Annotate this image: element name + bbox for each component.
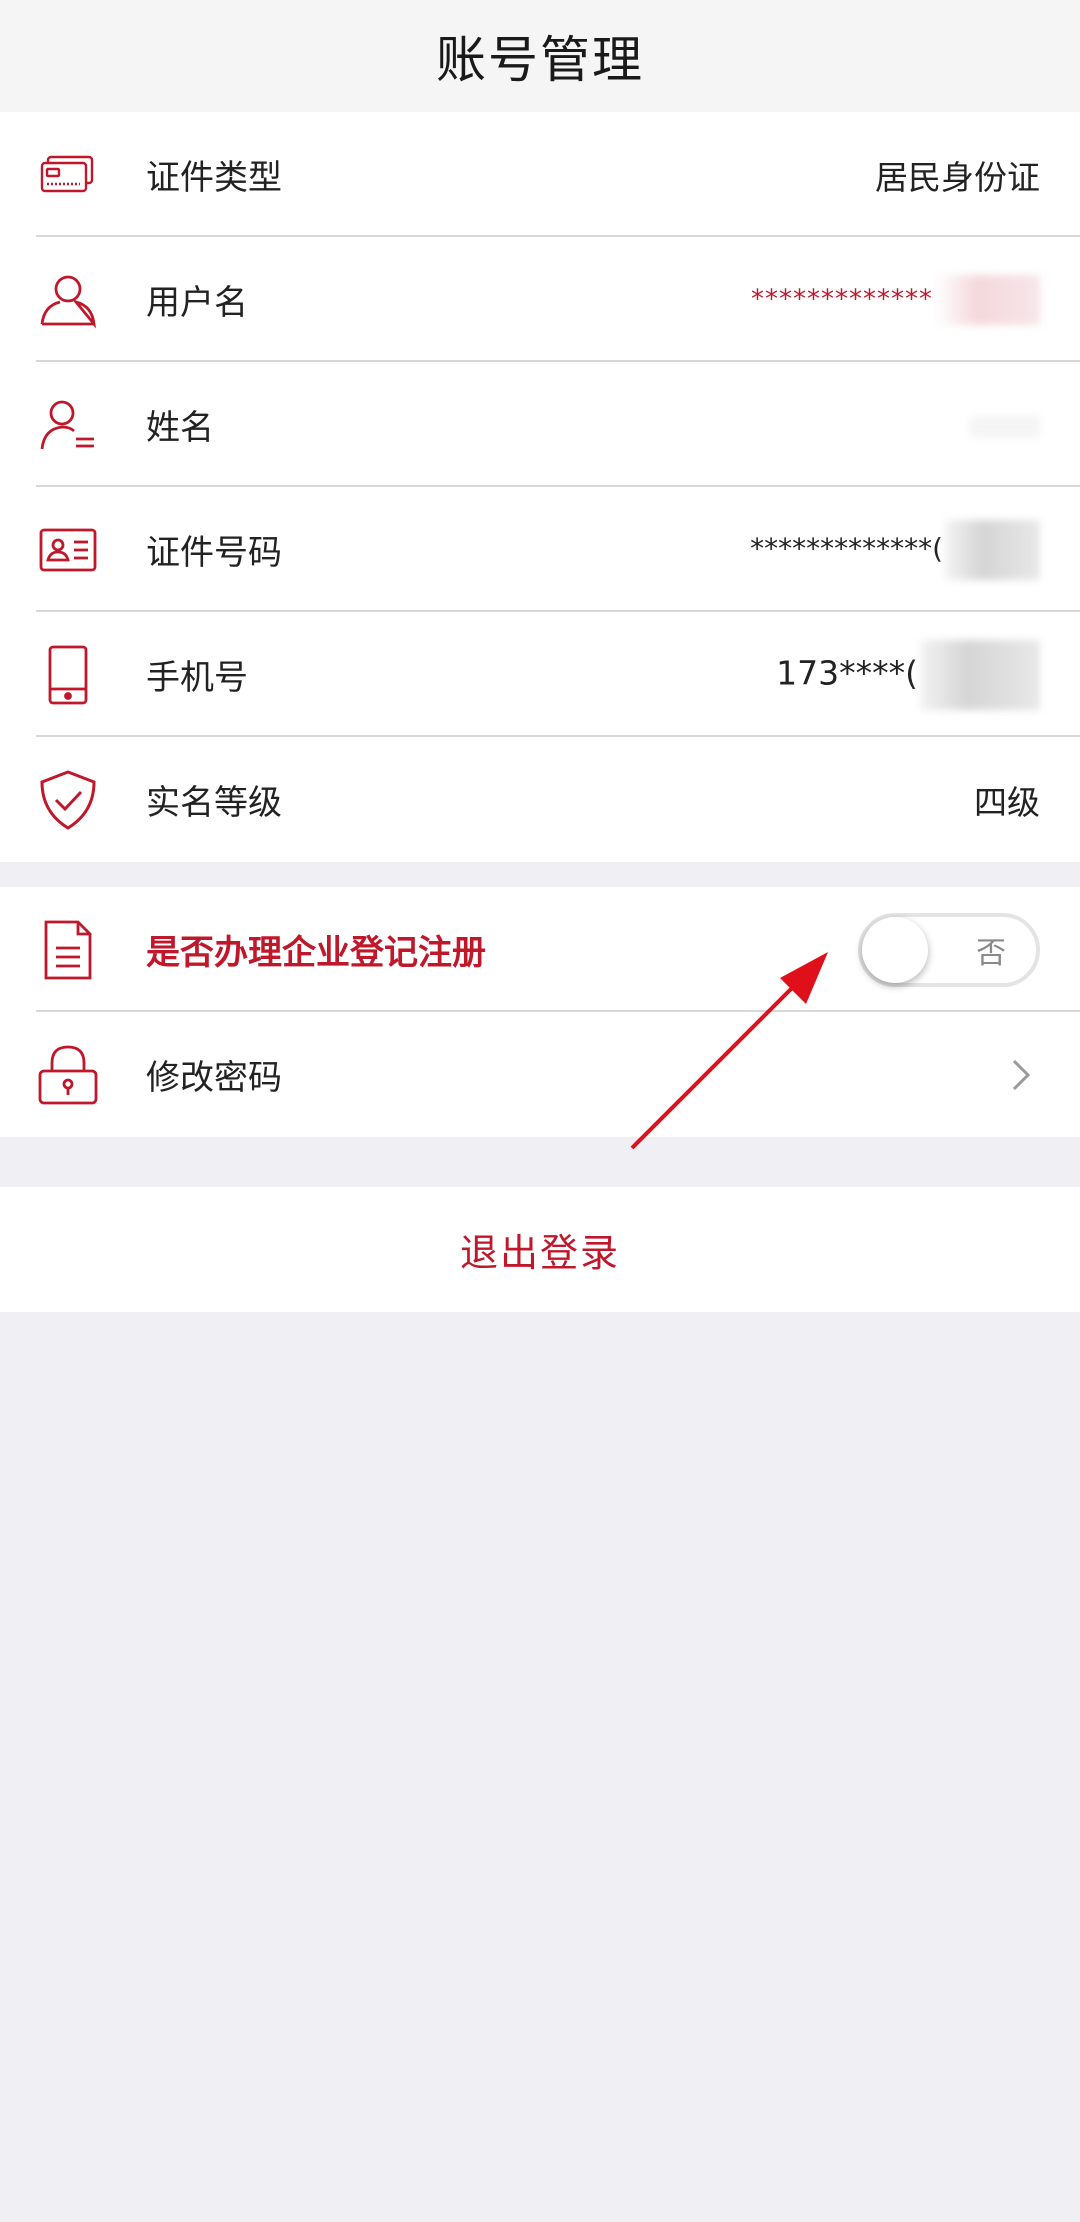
document-icon — [36, 918, 100, 982]
verification-level-value: 四级 — [974, 782, 1040, 822]
row-username[interactable]: 用户名 ************* — [0, 237, 1080, 362]
username-value: ************* — [751, 274, 1040, 325]
shield-check-icon — [36, 768, 100, 832]
enterprise-registration-toggle[interactable]: 否 — [858, 912, 1040, 987]
account-info-group: 证件类型 居民身份证 用户名 ************* 姓名 证件号码 ***… — [0, 112, 1080, 862]
mobile-phone-icon — [36, 643, 100, 707]
page-title: 账号管理 — [436, 31, 644, 89]
settings-group: 是否办理企业登记注册 否 修改密码 — [0, 887, 1080, 1137]
user-icon — [36, 268, 100, 332]
redacted-block — [920, 639, 1040, 710]
toggle-knob — [862, 916, 928, 983]
id-type-value: 居民身份证 — [875, 157, 1040, 197]
row-label: 实名等级 — [146, 783, 282, 823]
row-name[interactable]: 姓名 — [0, 362, 1080, 487]
redacted-block — [945, 519, 1040, 580]
phone-masked: 173****( — [776, 653, 918, 692]
redacted-block — [935, 274, 1040, 325]
id-cards-icon — [36, 143, 100, 207]
id-number-masked: *************( — [750, 531, 943, 565]
row-enterprise-registration: 是否办理企业登记注册 否 — [0, 887, 1080, 1012]
row-phone[interactable]: 手机号 173****( — [0, 612, 1080, 737]
row-id-type[interactable]: 证件类型 居民身份证 — [0, 112, 1080, 237]
row-verification-level[interactable]: 实名等级 四级 — [0, 737, 1080, 862]
redacted-block — [970, 415, 1040, 438]
logout-label: 退出登录 — [459, 1231, 620, 1275]
toggle-state-text: 否 — [976, 935, 1006, 971]
user-list-icon — [36, 393, 100, 457]
name-value — [968, 405, 1040, 444]
row-label: 手机号 — [146, 658, 248, 698]
nav-bar: 账号管理 — [0, 0, 1080, 112]
row-label: 证件类型 — [146, 158, 282, 198]
change-password-label: 修改密码 — [146, 1058, 282, 1098]
enterprise-registration-label: 是否办理企业登记注册 — [146, 933, 486, 973]
username-masked: ************* — [751, 284, 933, 314]
id-number-value: *************( — [750, 519, 1040, 580]
row-label: 证件号码 — [146, 533, 282, 573]
phone-value: 173****( — [776, 639, 1040, 710]
row-id-number[interactable]: 证件号码 *************( — [0, 487, 1080, 612]
row-label: 姓名 — [146, 408, 214, 448]
logout-button[interactable]: 退出登录 — [0, 1187, 1080, 1312]
chevron-right-icon — [1006, 1055, 1036, 1095]
row-label: 用户名 — [146, 283, 248, 323]
row-change-password[interactable]: 修改密码 — [0, 1012, 1080, 1137]
id-card-icon — [36, 518, 100, 582]
lock-icon — [36, 1043, 100, 1107]
